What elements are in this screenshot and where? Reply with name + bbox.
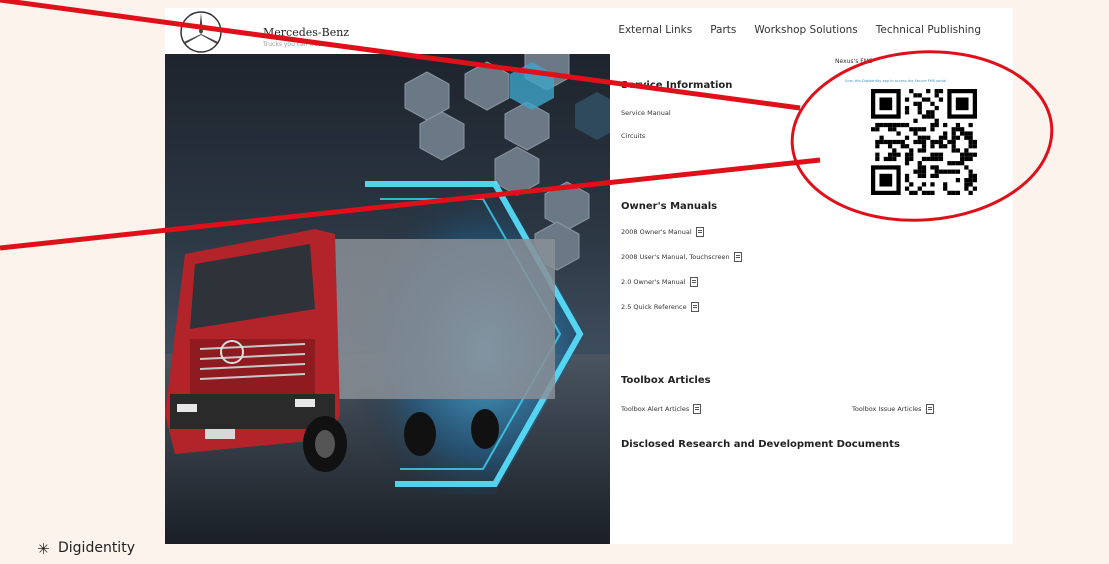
- toolbox-alert-articles-link[interactable]: Toolbox Alert Articles: [621, 404, 702, 414]
- quick-reference-link[interactable]: 2.5 Quick Reference: [621, 302, 699, 312]
- link-label: Toolbox Alert Articles: [621, 405, 690, 413]
- brand-tagline: Trucks you can trust: [263, 41, 324, 48]
- link-label: 2.5 Quick Reference: [621, 303, 687, 311]
- mercedes-star-icon[interactable]: [179, 10, 223, 54]
- link-label: Toolbox Issue Articles: [852, 405, 922, 413]
- pdf-icon: [689, 277, 698, 287]
- service-manual-link[interactable]: Service Manual: [621, 109, 671, 117]
- toolbox-issue-articles-link[interactable]: Toolbox Issue Articles: [852, 404, 934, 414]
- pdf-icon: [695, 227, 704, 237]
- owners-manual-2-0-link[interactable]: 2.0 Owner's Manual: [621, 277, 698, 287]
- owners-manuals-heading: Owner's Manuals: [621, 201, 718, 212]
- link-label: 2.0 Owner's Manual: [621, 278, 686, 286]
- service-information-heading: Service Information: [621, 80, 733, 91]
- qr-caption: Scan this Digidentity app to access the …: [845, 79, 947, 83]
- toolbox-articles-heading: Toolbox Articles: [621, 375, 711, 386]
- users-manual-touchscreen-link[interactable]: 2008 User's Manual, Touchscreen: [621, 252, 742, 262]
- pdf-icon: [925, 404, 934, 414]
- owners-manual-2008-link[interactable]: 2008 Owner's Manual: [621, 227, 704, 237]
- brand-name[interactable]: Mercedes-Benz: [263, 26, 349, 39]
- asterisk-icon: ✳: [37, 540, 50, 558]
- pdf-icon: [693, 404, 702, 414]
- hero-image: [165, 54, 610, 544]
- pdf-icon: [690, 302, 699, 312]
- link-label: 2008 Owner's Manual: [621, 228, 692, 236]
- disclosed-documents-heading: Disclosed Research and Development Docum…: [621, 439, 900, 450]
- pdf-icon: [733, 252, 742, 262]
- qr-label: Nexus's FMS: [835, 58, 873, 65]
- digidentity-logo: Digidentity: [58, 540, 135, 556]
- qr-code-icon[interactable]: [871, 89, 977, 195]
- link-label: 2008 User's Manual, Touchscreen: [621, 253, 730, 261]
- circuits-link[interactable]: Circuits: [621, 132, 645, 140]
